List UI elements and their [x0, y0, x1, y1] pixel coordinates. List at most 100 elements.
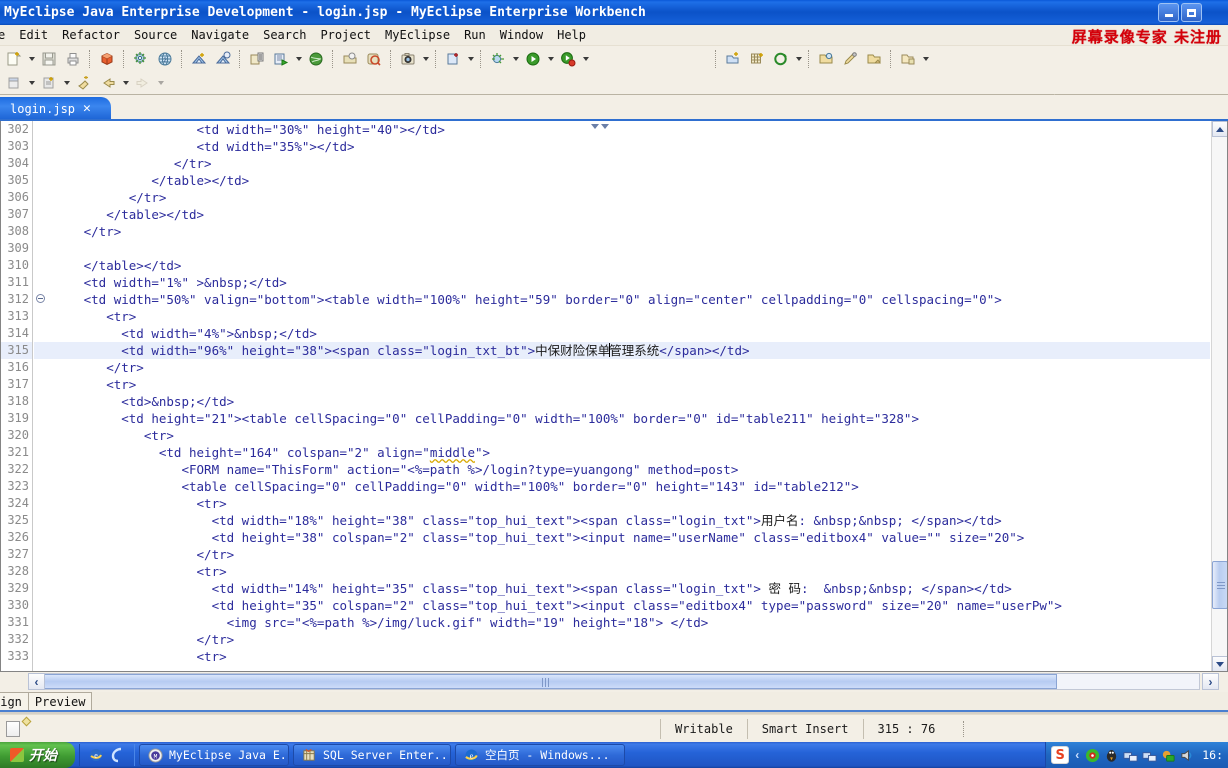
- volume-icon[interactable]: [1180, 748, 1195, 763]
- folding-cell[interactable]: [34, 359, 46, 376]
- folding-cell[interactable]: [34, 240, 46, 257]
- next-annotation-icon[interactable]: [897, 48, 919, 70]
- folding-cell[interactable]: [34, 274, 46, 291]
- folding-cell[interactable]: [34, 121, 46, 138]
- profile-icon[interactable]: [557, 48, 579, 70]
- folding-cell[interactable]: [34, 478, 46, 495]
- fold-collapse-icon[interactable]: [36, 294, 45, 303]
- folding-cell[interactable]: [34, 444, 46, 461]
- code-line[interactable]: <td height="164" colspan="2" align="midd…: [46, 444, 1210, 461]
- code-line[interactable]: <td height="38" colspan="2" class="top_h…: [46, 529, 1210, 546]
- folding-cell[interactable]: [34, 291, 46, 308]
- menu-search[interactable]: Search: [256, 26, 313, 44]
- folding-cell[interactable]: [34, 206, 46, 223]
- folding-cell[interactable]: [34, 597, 46, 614]
- code-line[interactable]: <td>&nbsp;</td>: [46, 393, 1210, 410]
- minimize-button[interactable]: [1158, 3, 1179, 22]
- code-line[interactable]: <td height="21"><table cellSpacing="0" c…: [46, 410, 1210, 427]
- save-icon[interactable]: [38, 48, 60, 70]
- server-start-icon[interactable]: [270, 48, 292, 70]
- code-line[interactable]: <td width="30%" height="40"></td>: [46, 121, 1210, 138]
- search-history-icon[interactable]: [363, 48, 385, 70]
- menu-refactor[interactable]: Refactor: [55, 26, 127, 44]
- code-line[interactable]: <table cellSpacing="0" cellPadding="0" w…: [46, 478, 1210, 495]
- code-line[interactable]: <tr>: [46, 495, 1210, 512]
- folding-cell[interactable]: [34, 138, 46, 155]
- scroll-right-arrow[interactable]: ›: [1202, 673, 1219, 690]
- code-line[interactable]: <tr>: [46, 427, 1210, 444]
- folding-cell[interactable]: [34, 342, 46, 359]
- open-resource-dropdown-icon[interactable]: [465, 48, 476, 70]
- start-button[interactable]: 开始: [0, 742, 75, 768]
- code-line[interactable]: </tr>: [46, 546, 1210, 563]
- code-line[interactable]: </tr>: [46, 155, 1210, 172]
- editor-horizontal-scrollbar[interactable]: [28, 673, 1200, 690]
- folding-cell[interactable]: [34, 308, 46, 325]
- folding-cell[interactable]: [34, 410, 46, 427]
- code-line[interactable]: <td width="14%" height="35" class="top_h…: [46, 580, 1210, 597]
- code-line[interactable]: <tr>: [46, 308, 1210, 325]
- folding-cell[interactable]: [34, 648, 46, 665]
- code-line[interactable]: <td width="1%" >&nbsp;</td>: [46, 274, 1210, 291]
- run-dropdown-icon[interactable]: [545, 48, 556, 70]
- open-resource-icon[interactable]: [442, 48, 464, 70]
- code-line[interactable]: <tr>: [46, 376, 1210, 393]
- code-line[interactable]: </table></td>: [46, 206, 1210, 223]
- back-dropdown-icon[interactable]: [120, 72, 131, 94]
- scroll-left-arrow[interactable]: ‹: [28, 673, 45, 690]
- run-icon[interactable]: [522, 48, 544, 70]
- new-package-icon[interactable]: [746, 48, 768, 70]
- code-line[interactable]: <td width="18%" height="38" class="top_h…: [46, 512, 1210, 529]
- folding-cell[interactable]: [34, 563, 46, 580]
- code-line[interactable]: </tr>: [46, 359, 1210, 376]
- menu-edit[interactable]: Edit: [12, 26, 55, 44]
- folding-cell[interactable]: [34, 427, 46, 444]
- new-class-icon[interactable]: [722, 48, 744, 70]
- snapshot-icon[interactable]: [397, 48, 419, 70]
- tab-preview[interactable]: Preview: [27, 692, 93, 710]
- server-config-icon[interactable]: [246, 48, 268, 70]
- code-line[interactable]: </tr>: [46, 631, 1210, 648]
- taskbar-item-browser[interactable]: e 空白页 - Windows...: [455, 744, 625, 766]
- code-line[interactable]: <img src="<%=path %>/img/luck.gif" width…: [46, 614, 1210, 631]
- code-line[interactable]: <FORM name="ThisForm" action="<%=path %>…: [46, 461, 1210, 478]
- back-icon[interactable]: [97, 72, 119, 94]
- network2-icon[interactable]: [1142, 748, 1157, 763]
- new-wizard-dropdown-icon[interactable]: [26, 48, 37, 70]
- scroll-down-arrow[interactable]: [1212, 656, 1227, 671]
- forward-icon[interactable]: [132, 72, 154, 94]
- scroll-up-arrow[interactable]: [1212, 121, 1227, 137]
- edit-icon[interactable]: [839, 48, 861, 70]
- external-tools-icon[interactable]: [38, 72, 60, 94]
- editor-layout-dropdown-icon[interactable]: [26, 72, 37, 94]
- open-folder-icon[interactable]: [815, 48, 837, 70]
- snapshot-dropdown-icon[interactable]: [420, 48, 431, 70]
- menu-project[interactable]: Project: [313, 26, 378, 44]
- build-icon[interactable]: [73, 72, 95, 94]
- print-icon[interactable]: [62, 48, 84, 70]
- open-type-icon[interactable]: [339, 48, 361, 70]
- messenger-icon[interactable]: [1161, 748, 1176, 763]
- code-text-area[interactable]: <td width="30%" height="40"></td> <td wi…: [46, 121, 1210, 671]
- debug-last-icon[interactable]: [487, 48, 509, 70]
- next-annotation-dropdown-icon[interactable]: [920, 48, 931, 70]
- folding-cell[interactable]: [34, 223, 46, 240]
- network-icon[interactable]: [1123, 748, 1138, 763]
- menu-window[interactable]: Window: [493, 26, 550, 44]
- myeclipse-wizard-icon[interactable]: [130, 48, 152, 70]
- ie-shortcut-icon[interactable]: e: [88, 747, 104, 763]
- vertical-scroll-thumb[interactable]: [1212, 561, 1227, 609]
- web-browser-icon[interactable]: 2: [154, 48, 176, 70]
- save-folder-icon[interactable]: [863, 48, 885, 70]
- code-line[interactable]: <tr>: [46, 563, 1210, 580]
- external-tools-dropdown-icon[interactable]: [61, 72, 72, 94]
- code-line[interactable]: </table></td>: [46, 172, 1210, 189]
- package-icon[interactable]: [96, 48, 118, 70]
- code-line[interactable]: <td width="35%"></td>: [46, 138, 1210, 155]
- taskbar-item-myeclipse[interactable]: M MyEclipse Java E...: [139, 744, 289, 766]
- editor-vertical-scrollbar[interactable]: [1211, 121, 1227, 671]
- menu-run[interactable]: Run: [457, 26, 493, 44]
- close-icon[interactable]: ✕: [83, 101, 91, 116]
- folding-cell[interactable]: [34, 376, 46, 393]
- code-line[interactable]: [46, 240, 1210, 257]
